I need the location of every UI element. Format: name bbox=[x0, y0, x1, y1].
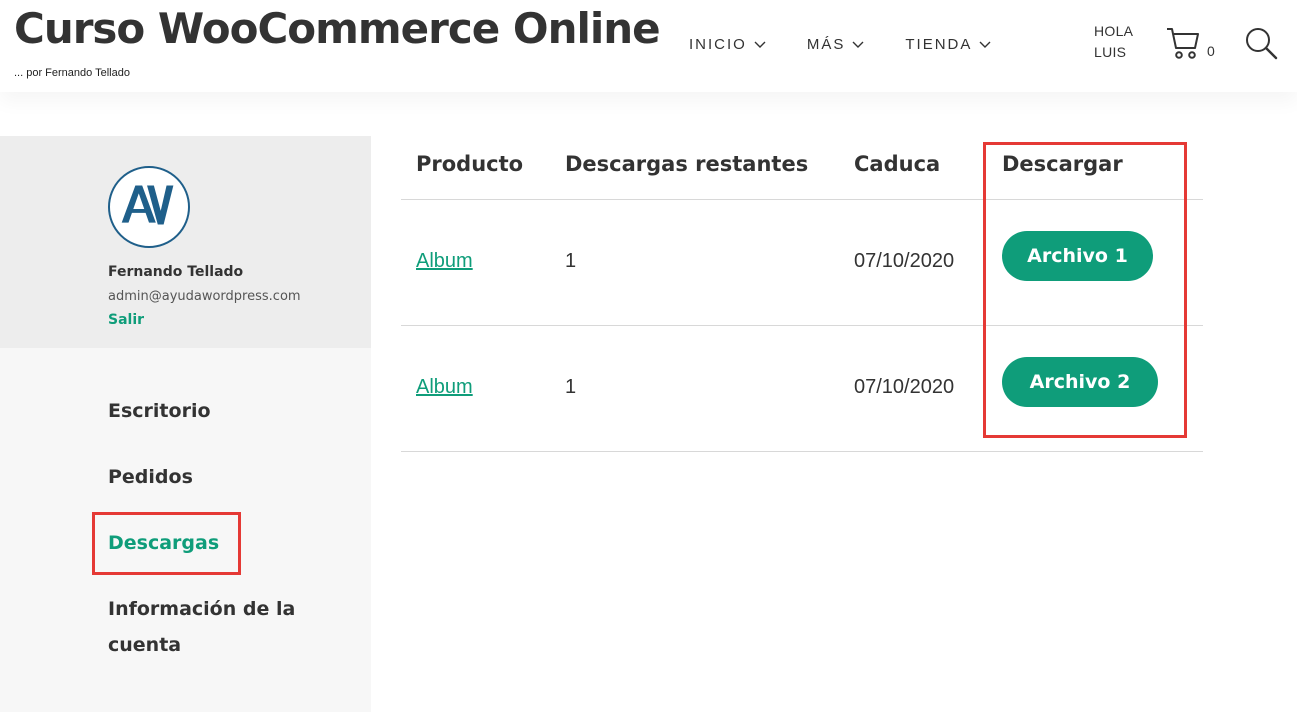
cart-count: 0 bbox=[1207, 43, 1215, 59]
product-link[interactable]: Album bbox=[416, 250, 473, 273]
product-link[interactable]: Album bbox=[416, 376, 473, 399]
highlight-box-descargas bbox=[92, 512, 241, 575]
nav-item-tienda[interactable]: TIENDA bbox=[905, 36, 992, 53]
sidebar-item-pedidos[interactable]: Pedidos bbox=[108, 459, 193, 495]
chevron-down-icon bbox=[754, 41, 766, 48]
expiry-date: 07/10/2020 bbox=[854, 376, 955, 398]
cart-icon[interactable] bbox=[1166, 24, 1200, 60]
nav-item-inicio[interactable]: INICIO bbox=[689, 36, 767, 53]
avatar bbox=[108, 166, 190, 248]
greeting-line: LUIS bbox=[1094, 44, 1127, 60]
site-tagline: ... por Fernando Tellado bbox=[14, 67, 130, 79]
account-sidebar: Fernando Tellado admin@ayudawordpress.co… bbox=[0, 136, 371, 712]
table-divider bbox=[401, 451, 1203, 452]
user-greeting[interactable]: HOLA LUIS bbox=[1094, 21, 1133, 63]
user-name: Fernando Tellado bbox=[108, 264, 244, 280]
column-header-caduca: Caduca bbox=[854, 152, 941, 176]
sidebar-item-label: Información de la bbox=[108, 598, 296, 620]
column-header-producto: Producto bbox=[416, 152, 524, 176]
logout-link[interactable]: Salir bbox=[108, 312, 144, 328]
nav-item-label: MÁS bbox=[806, 36, 846, 53]
column-header-descargas-restantes: Descargas restantes bbox=[565, 152, 809, 176]
downloads-remaining: 1 bbox=[565, 250, 577, 272]
user-profile-card: Fernando Tellado admin@ayudawordpress.co… bbox=[0, 136, 371, 348]
site-header: Curso WooCommerce Online ... por Fernand… bbox=[0, 0, 1297, 92]
user-email: admin@ayudawordpress.com bbox=[108, 289, 301, 304]
nav-item-mas[interactable]: MÁS bbox=[807, 36, 866, 53]
main-nav: INICIO MÁS TIENDA bbox=[689, 36, 1032, 53]
sidebar-item-informacion-cuenta[interactable]: Información de la cuenta bbox=[108, 591, 295, 663]
ayudawordpress-logo-icon bbox=[111, 169, 187, 245]
chevron-down-icon bbox=[979, 41, 991, 48]
search-icon[interactable] bbox=[1244, 26, 1278, 60]
greeting-line: HOLA bbox=[1094, 23, 1134, 39]
sidebar-item-escritorio[interactable]: Escritorio bbox=[108, 393, 211, 429]
nav-item-label: INICIO bbox=[689, 36, 747, 53]
site-title[interactable]: Curso WooCommerce Online bbox=[14, 4, 661, 53]
highlight-box-descargar bbox=[983, 142, 1187, 438]
nav-item-label: TIENDA bbox=[905, 36, 973, 53]
downloads-remaining: 1 bbox=[565, 376, 577, 398]
expiry-date: 07/10/2020 bbox=[854, 250, 955, 272]
sidebar-item-label: cuenta bbox=[108, 634, 182, 656]
chevron-down-icon bbox=[852, 41, 864, 48]
